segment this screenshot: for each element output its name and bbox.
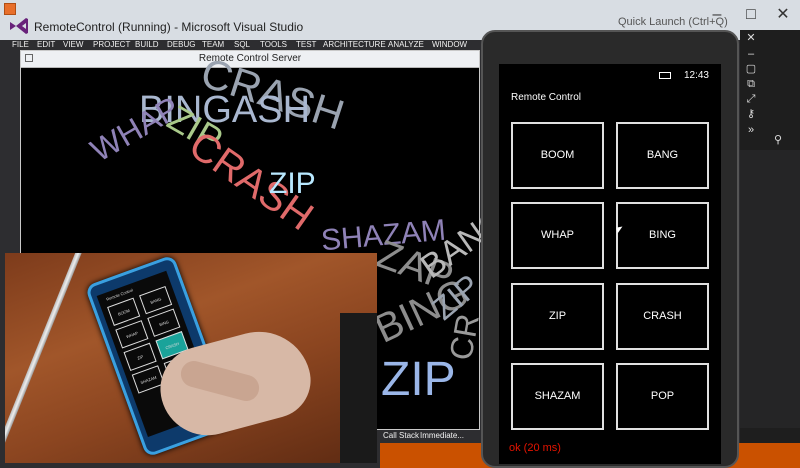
menu-team[interactable]: TEAM bbox=[202, 40, 224, 49]
menu-debug[interactable]: DEBUG bbox=[167, 40, 195, 49]
vs-solution-panel bbox=[740, 150, 800, 428]
battery-icon bbox=[659, 72, 671, 79]
menu-edit[interactable]: EDIT bbox=[37, 40, 55, 49]
status-text: ok (20 ms) bbox=[509, 442, 561, 454]
menu-file[interactable]: FILE bbox=[12, 40, 29, 49]
menu-window[interactable]: WINDOW bbox=[432, 40, 467, 49]
menu-architecture[interactable]: ARCHITECTURE bbox=[323, 40, 386, 49]
bottom-tabs: Call Stack Immediate... bbox=[380, 430, 480, 443]
word-zip-large: ZIP bbox=[381, 353, 456, 406]
minimize-panel-icon[interactable]: – bbox=[745, 48, 757, 60]
clock: 12:43 bbox=[683, 70, 709, 81]
background-object bbox=[340, 313, 377, 463]
close-panel-icon[interactable]: ✕ bbox=[745, 32, 757, 44]
button-bang[interactable]: BANG bbox=[616, 122, 709, 189]
minimize-icon[interactable]: – bbox=[700, 2, 734, 28]
chevron-right-icon[interactable]: » bbox=[745, 124, 757, 136]
button-bing[interactable]: BING bbox=[616, 202, 709, 269]
app-icon bbox=[4, 3, 16, 15]
window-icon[interactable]: ▢ bbox=[745, 63, 757, 75]
phone-emulator: 12:43 Remote Control BOOM BANG WHAP BING… bbox=[481, 30, 739, 468]
close-icon[interactable]: ✕ bbox=[766, 2, 800, 28]
visual-studio-logo-icon bbox=[10, 18, 28, 34]
search-icon[interactable]: ⚲ bbox=[772, 134, 784, 146]
mouse-cursor-icon bbox=[616, 226, 624, 234]
restore-icon[interactable]: ⧉ bbox=[745, 78, 757, 90]
maximize-icon[interactable]: □ bbox=[734, 2, 768, 28]
menu-test[interactable]: TEST bbox=[296, 40, 316, 49]
word-zip-blue: ZIP bbox=[269, 167, 316, 200]
camera-video-overlay: Remote Control BOOM BANG WHAP BING ZIP C… bbox=[5, 253, 377, 463]
menu-tools[interactable]: TOOLS bbox=[260, 40, 287, 49]
button-boom[interactable]: BOOM bbox=[511, 122, 604, 189]
button-shazam[interactable]: SHAZAM bbox=[511, 363, 604, 430]
menu-analyze[interactable]: ANALYZE bbox=[388, 40, 424, 49]
button-crash[interactable]: CRASH bbox=[616, 283, 709, 350]
menu-sql[interactable]: SQL bbox=[234, 40, 250, 49]
pen-photo bbox=[5, 253, 82, 463]
tab-call-stack[interactable]: Call Stack bbox=[383, 431, 419, 440]
menu-build[interactable]: BUILD bbox=[135, 40, 159, 49]
emulator-screen: 12:43 Remote Control BOOM BANG WHAP BING… bbox=[499, 64, 721, 464]
app-title: Remote Control bbox=[511, 92, 582, 103]
menu-project[interactable]: PROJECT bbox=[93, 40, 130, 49]
key-icon[interactable]: ⚷ bbox=[745, 108, 757, 120]
fit-icon[interactable]: ⤢ bbox=[745, 93, 757, 105]
menu-view[interactable]: VIEW bbox=[63, 40, 83, 49]
tab-immediate[interactable]: Immediate... bbox=[420, 431, 464, 440]
button-pop[interactable]: POP bbox=[616, 363, 709, 430]
button-zip[interactable]: ZIP bbox=[511, 283, 604, 350]
button-whap[interactable]: WHAP bbox=[511, 202, 604, 269]
window-title: RemoteControl (Running) - Microsoft Visu… bbox=[34, 20, 304, 34]
